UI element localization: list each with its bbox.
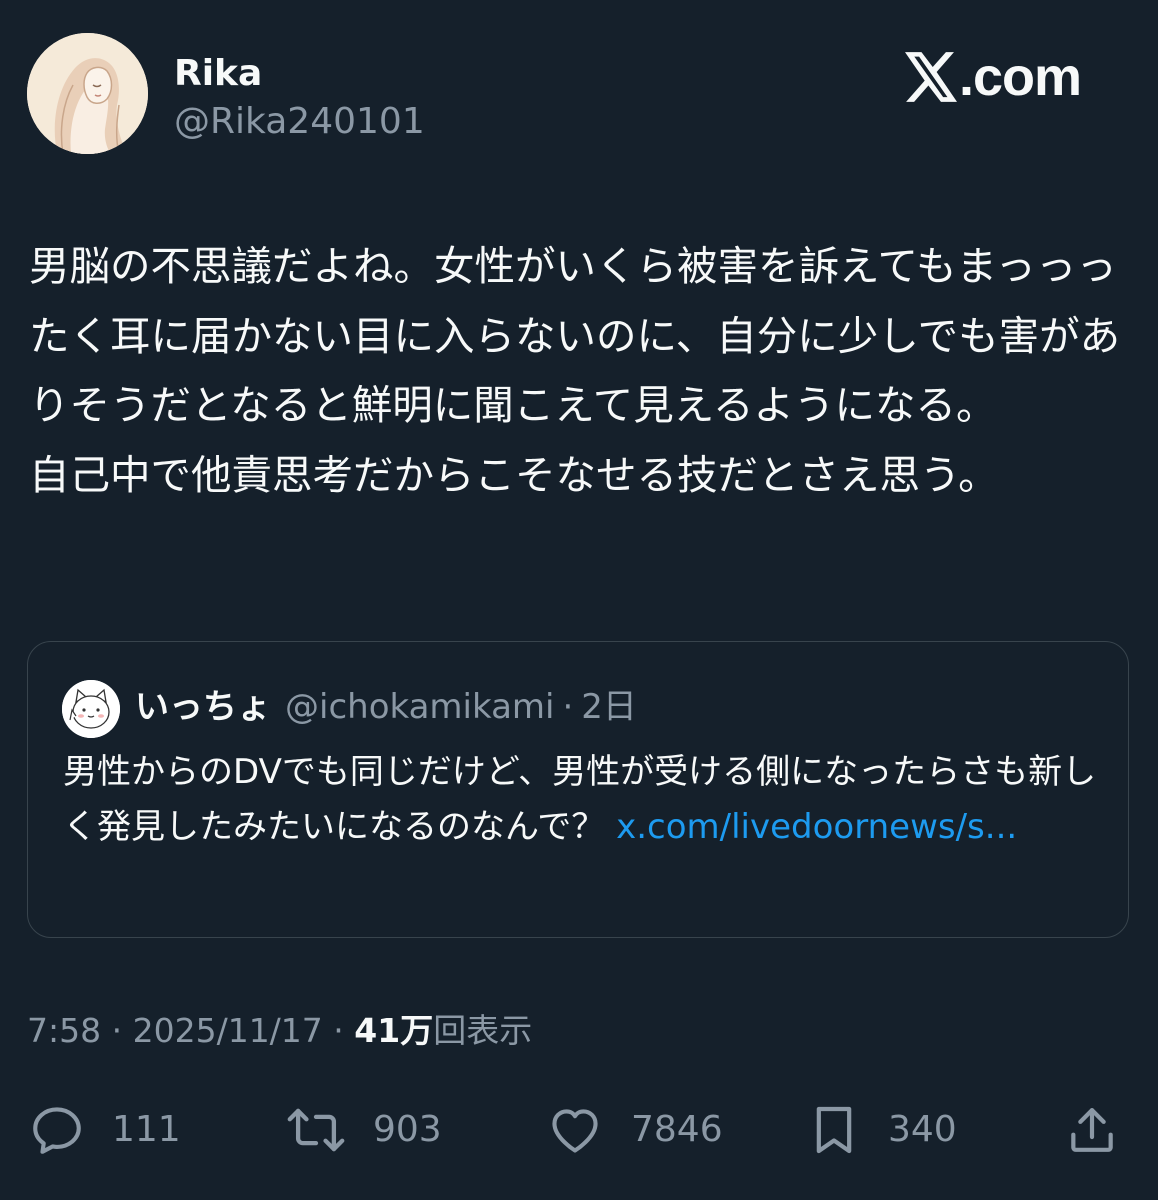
retweet-count: 903 — [373, 1109, 442, 1150]
view-count-label: 回表示 — [433, 1011, 533, 1050]
meta-separator: · — [101, 1011, 133, 1050]
brand-logo: .com — [905, 45, 1082, 109]
meta-separator: · — [322, 1011, 355, 1050]
quote-header: いっちょ @ichokamikami · 2日 — [135, 685, 637, 729]
author-handle[interactable]: @Rika240101 — [174, 100, 425, 144]
x-logo-icon — [905, 52, 957, 102]
quote-author-handle[interactable]: @ichokamikami — [285, 685, 554, 729]
cat-avatar-illustration — [62, 680, 120, 738]
like-button[interactable]: 7846 — [545, 1100, 723, 1160]
quote-avatar[interactable] — [62, 680, 120, 738]
reply-icon — [28, 1101, 86, 1159]
quote-separator: · — [562, 687, 574, 727]
retweet-icon — [285, 1101, 347, 1159]
tweet-date[interactable]: 2025/11/17 — [133, 1011, 323, 1050]
tweet-text: 男脳の不思議だよね。女性がいくら被害を訴えてもまっっったく耳に届かない目に入らな… — [29, 242, 1121, 499]
share-button[interactable] — [1064, 1100, 1120, 1160]
heart-icon — [545, 1101, 605, 1159]
quoted-tweet[interactable]: いっちょ @ichokamikami · 2日 男性からのDVでも同じだけど、男… — [27, 641, 1129, 938]
author-avatar[interactable] — [27, 33, 148, 154]
bookmark-button[interactable]: 340 — [806, 1100, 957, 1160]
like-count: 7846 — [631, 1109, 723, 1150]
view-count[interactable]: 41万 — [354, 1011, 433, 1050]
quote-time[interactable]: 2日 — [581, 685, 637, 729]
brand-text: .com — [959, 47, 1082, 107]
tweet-meta: 7:58 · 2025/11/17 · 41万回表示 — [27, 1009, 532, 1053]
tweet-time[interactable]: 7:58 — [27, 1011, 101, 1050]
author-name[interactable]: Rika — [174, 52, 262, 96]
quote-author-name[interactable]: いっちょ — [135, 685, 271, 729]
bookmark-icon — [806, 1101, 862, 1159]
reply-button[interactable]: 111 — [28, 1100, 181, 1160]
quote-link[interactable]: x.com/livedoornews/s... — [616, 807, 1017, 847]
share-icon — [1064, 1101, 1120, 1159]
reply-count: 111 — [112, 1109, 181, 1150]
avatar-illustration — [27, 33, 148, 154]
retweet-button[interactable]: 903 — [285, 1100, 442, 1160]
bookmark-count: 340 — [888, 1109, 957, 1150]
quote-text: 男性からのDVでも同じだけど、男性が受ける側になったらさも新しく発見したみたいに… — [63, 745, 1103, 855]
